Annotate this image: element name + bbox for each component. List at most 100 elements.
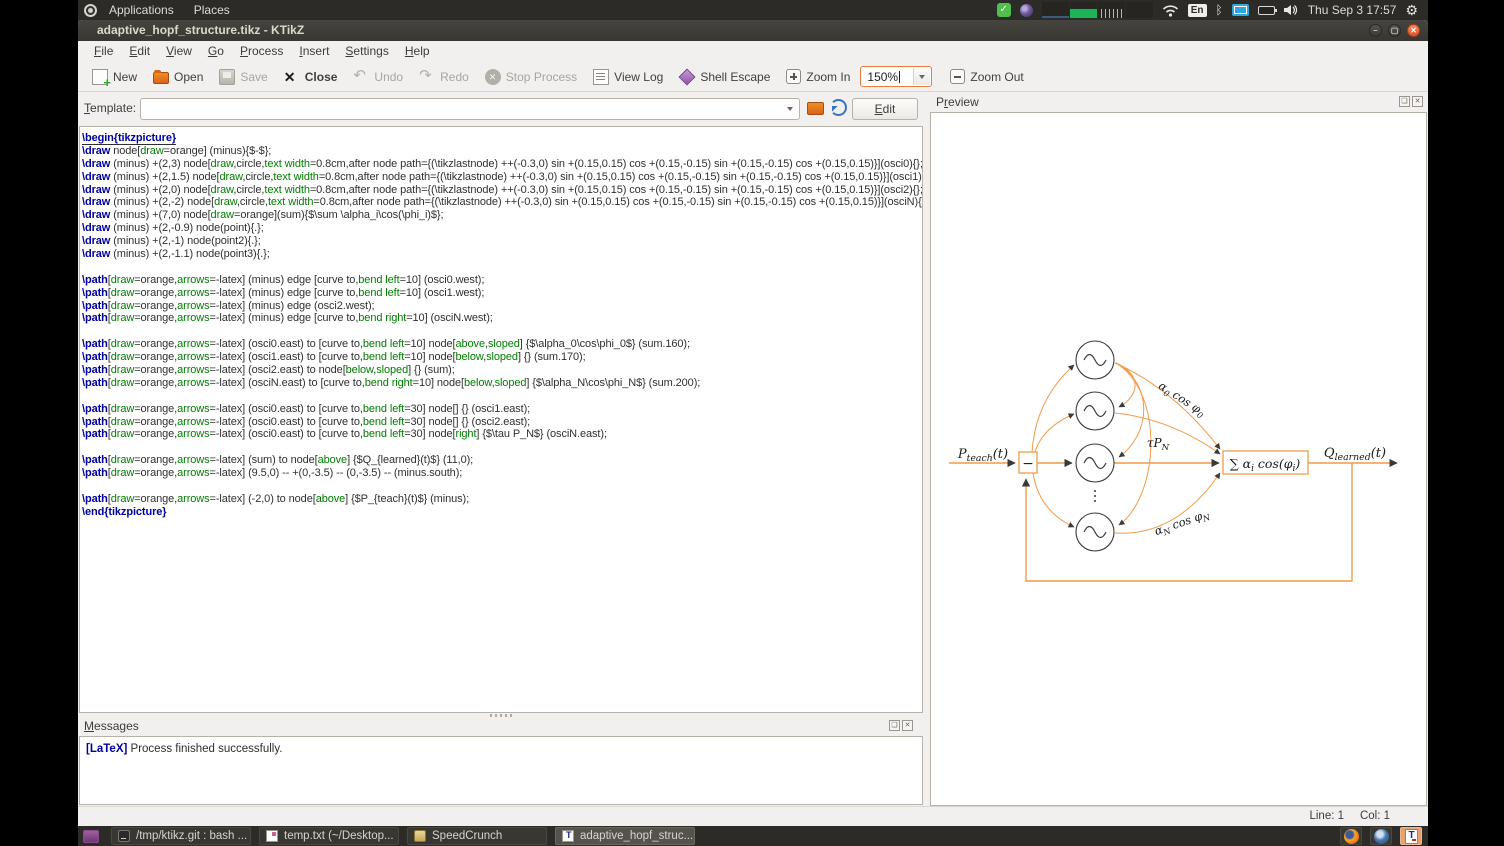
browser-globe-icon bbox=[1374, 829, 1389, 844]
chevron-down-icon bbox=[919, 75, 925, 79]
volume-icon[interactable] bbox=[1284, 4, 1299, 16]
menu-settings[interactable]: Settings bbox=[337, 41, 396, 62]
latex-tag: [LaTeX] bbox=[86, 743, 127, 755]
minimize-button[interactable]: – bbox=[1369, 24, 1382, 37]
system-monitor-applet[interactable] bbox=[1042, 2, 1153, 18]
sync-check-icon[interactable] bbox=[997, 3, 1011, 17]
tex-editor-launcher[interactable] bbox=[1400, 827, 1422, 845]
code-line: \path[draw=orange,arrows=-latex] (-2,0) … bbox=[82, 493, 922, 506]
template-open-icon[interactable] bbox=[807, 102, 824, 115]
menu-view[interactable]: View bbox=[158, 41, 200, 62]
shell-escape-label: Shell Escape bbox=[700, 70, 770, 84]
template-combobox[interactable] bbox=[140, 98, 800, 120]
close-button[interactable]: Close bbox=[278, 66, 344, 88]
tex-document-icon bbox=[562, 830, 574, 842]
zoom-out-icon bbox=[950, 69, 965, 84]
view-log-label: View Log bbox=[614, 70, 663, 84]
close-panel-icon[interactable] bbox=[1412, 96, 1423, 107]
battery-icon[interactable] bbox=[1258, 6, 1275, 15]
code-line: \draw (minus) +(2,1.5) node[draw,circle,… bbox=[82, 171, 922, 184]
undo-button[interactable]: Undo bbox=[347, 66, 409, 88]
browser-launcher[interactable] bbox=[1370, 827, 1392, 845]
mail-icon[interactable] bbox=[1232, 4, 1249, 16]
edge-osci0-osci2 bbox=[1116, 363, 1144, 457]
menu-process[interactable]: Process bbox=[232, 41, 291, 62]
indicator-orb-icon[interactable] bbox=[1020, 4, 1033, 17]
terminal-icon bbox=[118, 830, 130, 842]
message-text: Process finished successfully. bbox=[127, 743, 282, 755]
stop-process-button[interactable]: Stop Process bbox=[479, 66, 583, 88]
open-button[interactable]: Open bbox=[147, 66, 209, 87]
code-line: \draw (minus) +(2,3) node[draw,circle,te… bbox=[82, 158, 922, 171]
zoom-in-button[interactable]: Zoom In bbox=[780, 66, 856, 87]
template-reload-icon[interactable] bbox=[830, 99, 847, 116]
wifi-icon[interactable] bbox=[1162, 4, 1179, 17]
menu-insert[interactable]: Insert bbox=[291, 41, 337, 62]
toolbar: New Open Save Close Undo Redo Stop Proce… bbox=[78, 62, 1428, 92]
firefox-icon bbox=[1344, 829, 1359, 844]
zoom-out-button[interactable]: Zoom Out bbox=[944, 66, 1029, 87]
float-panel-icon[interactable] bbox=[1399, 96, 1410, 107]
statusbar: Line: 1 Col: 1 bbox=[78, 806, 1428, 826]
open-folder-icon bbox=[153, 72, 169, 84]
maximize-button[interactable]: ▢ bbox=[1388, 24, 1401, 37]
task-ktikz[interactable]: adaptive_hopf_struc... bbox=[555, 827, 695, 845]
close-label: Close bbox=[305, 70, 338, 84]
template-dropdown[interactable] bbox=[781, 100, 798, 118]
menu-edit[interactable]: Edit bbox=[121, 41, 158, 62]
code-line bbox=[82, 480, 922, 493]
new-label: New bbox=[113, 70, 137, 84]
shell-escape-icon bbox=[679, 68, 696, 85]
task-speedcrunch[interactable]: SpeedCrunch bbox=[407, 827, 547, 845]
bluetooth-icon[interactable] bbox=[1216, 3, 1223, 17]
save-label: Save bbox=[240, 70, 267, 84]
menu-file[interactable]: File bbox=[86, 41, 121, 62]
session-gear-icon[interactable] bbox=[1405, 2, 1418, 19]
new-button[interactable]: New bbox=[86, 66, 143, 88]
menu-help[interactable]: Help bbox=[397, 41, 438, 62]
vertical-dots bbox=[1094, 490, 1096, 502]
places-menu[interactable]: Places bbox=[186, 0, 238, 20]
menu-go[interactable]: Go bbox=[200, 41, 232, 62]
applications-menu[interactable]: Applications bbox=[101, 0, 182, 20]
code-line: \path[draw=orange,arrows=-latex] (minus)… bbox=[82, 300, 922, 313]
distro-logo-icon[interactable] bbox=[84, 4, 97, 17]
code-line: \path[draw=orange,arrows=-latex] (osci0.… bbox=[82, 416, 922, 429]
code-line: \draw (minus) +(2,-1.1) node(point3){.}; bbox=[82, 248, 922, 261]
undo-label: Undo bbox=[374, 70, 403, 84]
oscillator-nodes bbox=[1076, 341, 1114, 551]
code-line: \path[draw=orange,arrows=-latex] (minus)… bbox=[82, 287, 922, 300]
redo-button[interactable]: Redo bbox=[413, 66, 475, 88]
clock[interactable]: Thu Sep 3 17:57 bbox=[1308, 3, 1397, 17]
task-label: adaptive_hopf_struc... bbox=[580, 830, 693, 842]
view-log-button[interactable]: View Log bbox=[587, 66, 669, 88]
text-editor-icon bbox=[266, 830, 278, 842]
code-line: \path[draw=orange,arrows=-latex] (sum) t… bbox=[82, 454, 922, 467]
shell-escape-button[interactable]: Shell Escape bbox=[673, 66, 776, 88]
preview-canvas[interactable]: − Pteach(t) Qlearned(t) ∑ αi cos(φi) τPN… bbox=[930, 112, 1427, 806]
code-line bbox=[82, 441, 922, 454]
q-learned-label: Qlearned(t) bbox=[1324, 446, 1386, 463]
code-editor[interactable]: \begin{tikzpicture}\draw node[draw=orang… bbox=[79, 126, 923, 713]
close-window-button[interactable]: ✕ bbox=[1407, 24, 1420, 37]
template-edit-button[interactable]: Edit bbox=[852, 98, 918, 120]
status-line: Line: 1 bbox=[1309, 810, 1344, 822]
keyboard-layout-indicator[interactable]: En bbox=[1188, 4, 1207, 17]
titlebar[interactable]: adaptive_hopf_structure.tikz - KTikZ – ▢… bbox=[78, 20, 1428, 41]
save-button[interactable]: Save bbox=[213, 66, 273, 88]
splitter-grip bbox=[490, 714, 512, 717]
zoom-level-combobox[interactable]: 150% bbox=[860, 66, 932, 87]
code-line: \end{tikzpicture} bbox=[82, 506, 922, 519]
ktikz-window: adaptive_hopf_structure.tikz - KTikZ – ▢… bbox=[78, 20, 1428, 826]
code-line: \draw (minus) +(2,-2) node[draw,circle,t… bbox=[82, 196, 922, 209]
zoom-combo-dropdown[interactable] bbox=[913, 68, 930, 85]
firefox-launcher[interactable] bbox=[1340, 827, 1362, 845]
undo-icon bbox=[353, 69, 369, 85]
float-panel-icon[interactable] bbox=[889, 720, 900, 731]
task-text-editor[interactable]: temp.txt (~/Desktop... bbox=[259, 827, 399, 845]
task-terminal[interactable]: /tmp/ktikz.git : bash ... bbox=[111, 827, 251, 845]
calculator-icon bbox=[414, 830, 426, 842]
workspace-switcher-icon[interactable] bbox=[83, 830, 99, 843]
close-panel-icon[interactable] bbox=[902, 720, 913, 731]
code-line: \path[draw=orange,arrows=-latex] (osci1.… bbox=[82, 351, 922, 364]
